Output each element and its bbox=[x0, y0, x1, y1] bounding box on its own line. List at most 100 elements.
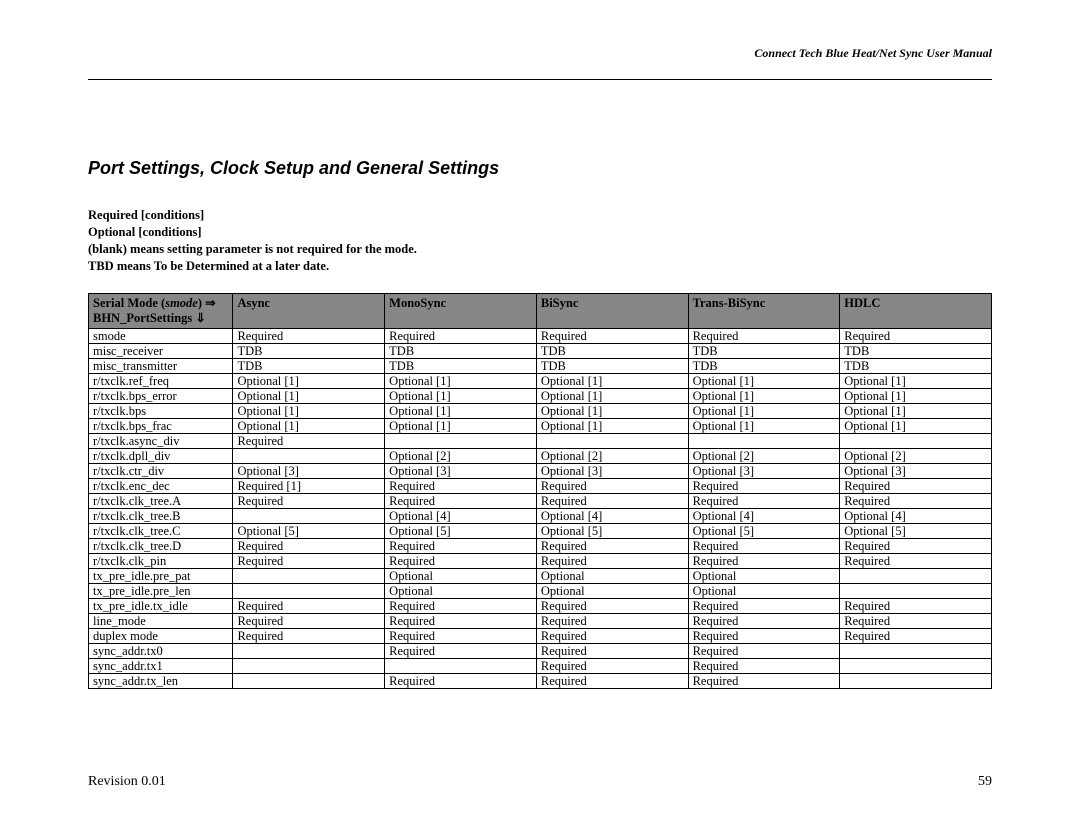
table-cell: TDB bbox=[385, 358, 537, 373]
table-header-col: HDLC bbox=[840, 293, 992, 328]
table-cell: Optional [3] bbox=[688, 463, 840, 478]
header-bhn-portsettings: BHN_PortSettings ⇓ bbox=[93, 311, 228, 326]
table-cell-param: r/txclk.clk_tree.B bbox=[89, 508, 233, 523]
table-cell: TDB bbox=[688, 358, 840, 373]
table-row: misc_receiverTDBTDBTDBTDBTDB bbox=[89, 343, 992, 358]
table-cell: Required bbox=[840, 598, 992, 613]
table-cell: Required bbox=[233, 553, 385, 568]
table-cell: Required [1] bbox=[233, 478, 385, 493]
table-cell: Required bbox=[385, 538, 537, 553]
table-row: sync_addr.tx_lenRequiredRequiredRequired bbox=[89, 673, 992, 688]
table-cell: Optional [5] bbox=[385, 523, 537, 538]
table-cell: Optional [1] bbox=[840, 373, 992, 388]
table-cell bbox=[840, 433, 992, 448]
table-cell: Optional [5] bbox=[688, 523, 840, 538]
table-cell: Optional [1] bbox=[688, 403, 840, 418]
table-cell: Required bbox=[233, 538, 385, 553]
table-cell: Optional [1] bbox=[688, 418, 840, 433]
table-cell: Optional [1] bbox=[233, 388, 385, 403]
table-cell: Required bbox=[385, 478, 537, 493]
table-header-col: Async bbox=[233, 293, 385, 328]
footer-revision: Revision 0.01 bbox=[88, 774, 166, 790]
table-cell-param: tx_pre_idle.pre_pat bbox=[89, 568, 233, 583]
table-cell: Optional [1] bbox=[385, 373, 537, 388]
table-cell: Optional [3] bbox=[233, 463, 385, 478]
table-cell-param: r/txclk.bps bbox=[89, 403, 233, 418]
table-cell bbox=[233, 673, 385, 688]
table-cell-param: r/txclk.async_div bbox=[89, 433, 233, 448]
table-cell: Optional [1] bbox=[840, 388, 992, 403]
table-cell: Required bbox=[536, 493, 688, 508]
table-row: r/txclk.clk_pinRequiredRequiredRequiredR… bbox=[89, 553, 992, 568]
table-cell: Optional [1] bbox=[385, 388, 537, 403]
table-cell: Required bbox=[688, 658, 840, 673]
table-row: r/txclk.async_divRequired bbox=[89, 433, 992, 448]
table-cell: Optional [1] bbox=[840, 403, 992, 418]
table-cell: Optional bbox=[536, 568, 688, 583]
table-cell: Required bbox=[688, 328, 840, 343]
table-cell-param: r/txclk.bps_frac bbox=[89, 418, 233, 433]
table-cell: Optional bbox=[688, 583, 840, 598]
table-cell: Required bbox=[385, 613, 537, 628]
table-cell: Optional [2] bbox=[385, 448, 537, 463]
table-cell: Required bbox=[688, 643, 840, 658]
table-cell: Required bbox=[385, 628, 537, 643]
table-cell: Required bbox=[385, 643, 537, 658]
table-cell: Required bbox=[688, 538, 840, 553]
table-cell-param: r/txclk.clk_tree.C bbox=[89, 523, 233, 538]
table-cell: Required bbox=[688, 493, 840, 508]
table-cell: TDB bbox=[536, 343, 688, 358]
table-header-col: Trans-BiSync bbox=[688, 293, 840, 328]
table-cell bbox=[233, 643, 385, 658]
table-cell: Optional [1] bbox=[233, 373, 385, 388]
table-cell: Optional [1] bbox=[536, 418, 688, 433]
table-cell: Required bbox=[688, 478, 840, 493]
table-cell-param: misc_transmitter bbox=[89, 358, 233, 373]
legend-line-4: TBD means To be Determined at a later da… bbox=[88, 259, 329, 273]
legend-line-2: Optional [conditions] bbox=[88, 225, 202, 239]
table-cell: TDB bbox=[840, 343, 992, 358]
table-cell bbox=[233, 508, 385, 523]
table-cell: Required bbox=[688, 598, 840, 613]
table-cell: TDB bbox=[385, 343, 537, 358]
table-cell-param: duplex mode bbox=[89, 628, 233, 643]
table-cell-param: smode bbox=[89, 328, 233, 343]
legend-block: Required [conditions] Optional [conditio… bbox=[88, 207, 992, 275]
table-row: smodeRequiredRequiredRequiredRequiredReq… bbox=[89, 328, 992, 343]
table-row: sync_addr.tx1RequiredRequired bbox=[89, 658, 992, 673]
page-footer: Revision 0.01 59 bbox=[88, 774, 992, 790]
table-cell: Optional [2] bbox=[840, 448, 992, 463]
table-row: r/txclk.clk_tree.COptional [5]Optional [… bbox=[89, 523, 992, 538]
table-cell bbox=[233, 448, 385, 463]
table-header-left: Serial Mode (smode) ⇒ BHN_PortSettings ⇓ bbox=[89, 293, 233, 328]
table-cell: Required bbox=[840, 328, 992, 343]
header-serial-mode-b: smode bbox=[165, 296, 198, 310]
table-cell: Required bbox=[840, 628, 992, 643]
table-cell-param: r/txclk.clk_tree.D bbox=[89, 538, 233, 553]
table-cell bbox=[840, 568, 992, 583]
table-cell: Required bbox=[688, 553, 840, 568]
table-cell-param: r/txclk.enc_dec bbox=[89, 478, 233, 493]
table-header-col: MonoSync bbox=[385, 293, 537, 328]
table-cell: TDB bbox=[233, 358, 385, 373]
table-cell-param: sync_addr.tx0 bbox=[89, 643, 233, 658]
table-cell-param: r/txclk.dpll_div bbox=[89, 448, 233, 463]
header-serial-mode-a: Serial Mode ( bbox=[93, 296, 165, 310]
table-cell: Optional [1] bbox=[233, 418, 385, 433]
table-row: duplex modeRequiredRequiredRequiredRequi… bbox=[89, 628, 992, 643]
table-cell: Required bbox=[536, 613, 688, 628]
table-cell: Required bbox=[385, 553, 537, 568]
table-cell: Optional [3] bbox=[385, 463, 537, 478]
table-cell bbox=[840, 673, 992, 688]
table-row: r/txclk.ref_freqOptional [1]Optional [1]… bbox=[89, 373, 992, 388]
table-row: r/txclk.enc_decRequired [1]RequiredRequi… bbox=[89, 478, 992, 493]
footer-page-number: 59 bbox=[978, 774, 992, 790]
table-cell bbox=[385, 658, 537, 673]
table-cell bbox=[840, 658, 992, 673]
table-cell: Required bbox=[688, 673, 840, 688]
table-cell-param: line_mode bbox=[89, 613, 233, 628]
running-header: Connect Tech Blue Heat/Net Sync User Man… bbox=[88, 46, 992, 61]
table-cell: Optional [5] bbox=[840, 523, 992, 538]
table-cell bbox=[840, 583, 992, 598]
table-cell: Optional [4] bbox=[385, 508, 537, 523]
